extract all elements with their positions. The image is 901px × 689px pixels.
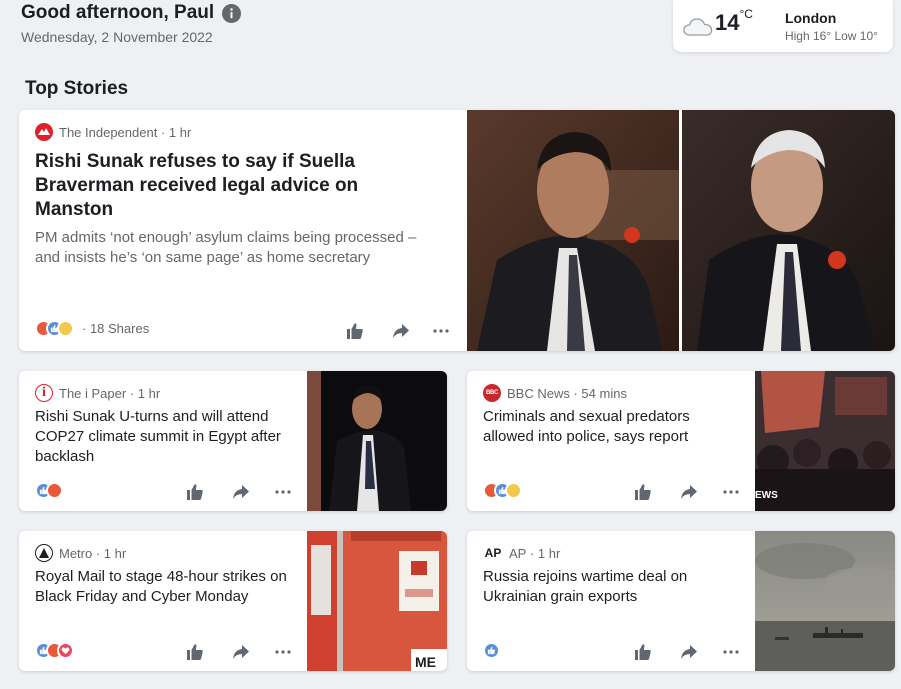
reactions[interactable] bbox=[35, 642, 74, 659]
share-icon[interactable] bbox=[679, 482, 699, 502]
metro-logo-icon bbox=[35, 544, 53, 562]
story-summary: PM admits ‘not enough’ asylum claims bei… bbox=[35, 229, 417, 266]
current-date: Wednesday, 2 November 2022 bbox=[21, 29, 213, 45]
like-icon[interactable] bbox=[633, 642, 653, 662]
story-footer: · 18 Shares bbox=[35, 320, 149, 337]
story-footer bbox=[35, 482, 63, 499]
story-card[interactable]: BBC BBC News · 54 mins Criminals and sex… bbox=[467, 371, 895, 511]
angry-react-icon bbox=[46, 482, 63, 499]
story-footer bbox=[483, 642, 500, 659]
reactions[interactable] bbox=[35, 320, 74, 337]
source-name: BBC News bbox=[507, 385, 570, 401]
story-source[interactable]: AP AP · 1 hr bbox=[483, 543, 763, 563]
temperature-unit: °C bbox=[739, 7, 753, 21]
love-react-icon bbox=[57, 642, 74, 659]
story-card[interactable]: AP AP · 1 hr Russia rejoins wartime deal… bbox=[467, 531, 895, 671]
share-icon[interactable] bbox=[231, 642, 251, 662]
story-actions bbox=[633, 482, 741, 502]
source-name: Metro bbox=[59, 545, 93, 561]
like-react-icon bbox=[483, 642, 500, 659]
share-icon[interactable] bbox=[679, 642, 699, 662]
story-source[interactable]: The Independent · 1 hr bbox=[35, 122, 455, 142]
story-actions bbox=[185, 482, 293, 502]
source-name: AP bbox=[509, 545, 527, 561]
story-headline[interactable]: Russia rejoins wartime deal on Ukrainian… bbox=[483, 567, 743, 607]
like-icon[interactable] bbox=[185, 482, 205, 502]
story-card[interactable]: Metro · 1 hr Royal Mail to stage 48-hour… bbox=[19, 531, 447, 671]
ap-logo-icon: AP bbox=[483, 544, 503, 562]
story-image[interactable] bbox=[755, 531, 895, 671]
more-options-icon[interactable] bbox=[721, 482, 741, 502]
story-headline[interactable]: Rishi Sunak U-turns and will attend COP2… bbox=[35, 407, 300, 467]
shares-count[interactable]: · 18 Shares bbox=[82, 321, 149, 336]
info-icon[interactable] bbox=[222, 3, 242, 23]
sad-react-icon bbox=[57, 320, 74, 337]
more-options-icon[interactable] bbox=[431, 321, 451, 341]
weather-high-low: High 16° Low 10° bbox=[784, 28, 878, 43]
like-icon[interactable] bbox=[345, 321, 365, 341]
weather-city: London bbox=[784, 9, 837, 26]
story-time: · 1 hr bbox=[95, 545, 127, 561]
bbc-logo-icon: BBC bbox=[483, 384, 501, 402]
image-caption-text: EWS bbox=[755, 490, 778, 501]
story-time: · 54 mins bbox=[573, 385, 627, 401]
story-actions bbox=[345, 321, 451, 341]
story-source[interactable]: BBC BBC News · 54 mins bbox=[483, 383, 763, 403]
story-headline[interactable]: Rishi Sunak refuses to say if Suella Bra… bbox=[35, 150, 415, 222]
greeting-block: Good afternoon, Paul Wednesday, 2 Novemb… bbox=[21, 2, 242, 45]
independent-logo-icon bbox=[35, 123, 53, 141]
weather-temperature: 14°C bbox=[715, 7, 753, 35]
story-source[interactable]: i The i Paper · 1 hr bbox=[35, 383, 315, 403]
more-options-icon[interactable] bbox=[273, 642, 293, 662]
story-time: · 1 hr bbox=[160, 124, 192, 140]
greeting-text: Good afternoon, Paul bbox=[21, 2, 215, 23]
story-time: · 1 hr bbox=[529, 545, 561, 561]
ipaper-logo-icon: i bbox=[35, 384, 53, 402]
story-time: · 1 hr bbox=[129, 385, 161, 401]
story-image[interactable] bbox=[307, 371, 447, 511]
weather-location: London High 16° Low 10° bbox=[785, 10, 878, 43]
story-headline[interactable]: Royal Mail to stage 48-hour strikes on B… bbox=[35, 567, 300, 607]
image-caption-text: ME bbox=[415, 654, 436, 670]
like-icon[interactable] bbox=[633, 482, 653, 502]
story-actions bbox=[185, 642, 293, 662]
story-image[interactable]: EWS bbox=[755, 371, 895, 511]
story-image[interactable]: ME bbox=[307, 531, 447, 671]
story-actions bbox=[633, 642, 741, 662]
story-image[interactable] bbox=[467, 110, 895, 351]
reactions[interactable] bbox=[483, 642, 500, 659]
weather-widget[interactable]: 14°C London High 16° Low 10° bbox=[673, 0, 893, 52]
share-icon[interactable] bbox=[231, 482, 251, 502]
section-title: Top Stories bbox=[25, 78, 129, 99]
story-card[interactable]: i The i Paper · 1 hr Rishi Sunak U-turns… bbox=[19, 371, 447, 511]
share-icon[interactable] bbox=[391, 321, 411, 341]
greeting-heading: Good afternoon, Paul bbox=[21, 2, 242, 24]
source-name: The Independent bbox=[59, 124, 158, 140]
reactions[interactable] bbox=[483, 482, 522, 499]
story-source[interactable]: Metro · 1 hr bbox=[35, 543, 315, 563]
source-name: The i Paper bbox=[59, 385, 127, 401]
cloud-icon bbox=[683, 15, 713, 37]
like-icon[interactable] bbox=[185, 642, 205, 662]
sad-react-icon bbox=[505, 482, 522, 499]
story-card-main[interactable]: The Independent · 1 hr Rishi Sunak refus… bbox=[19, 110, 895, 351]
reactions[interactable] bbox=[35, 482, 63, 499]
story-footer bbox=[35, 642, 74, 659]
more-options-icon[interactable] bbox=[721, 642, 741, 662]
story-footer bbox=[483, 482, 522, 499]
more-options-icon[interactable] bbox=[273, 482, 293, 502]
story-headline[interactable]: Criminals and sexual predators allowed i… bbox=[483, 407, 743, 447]
